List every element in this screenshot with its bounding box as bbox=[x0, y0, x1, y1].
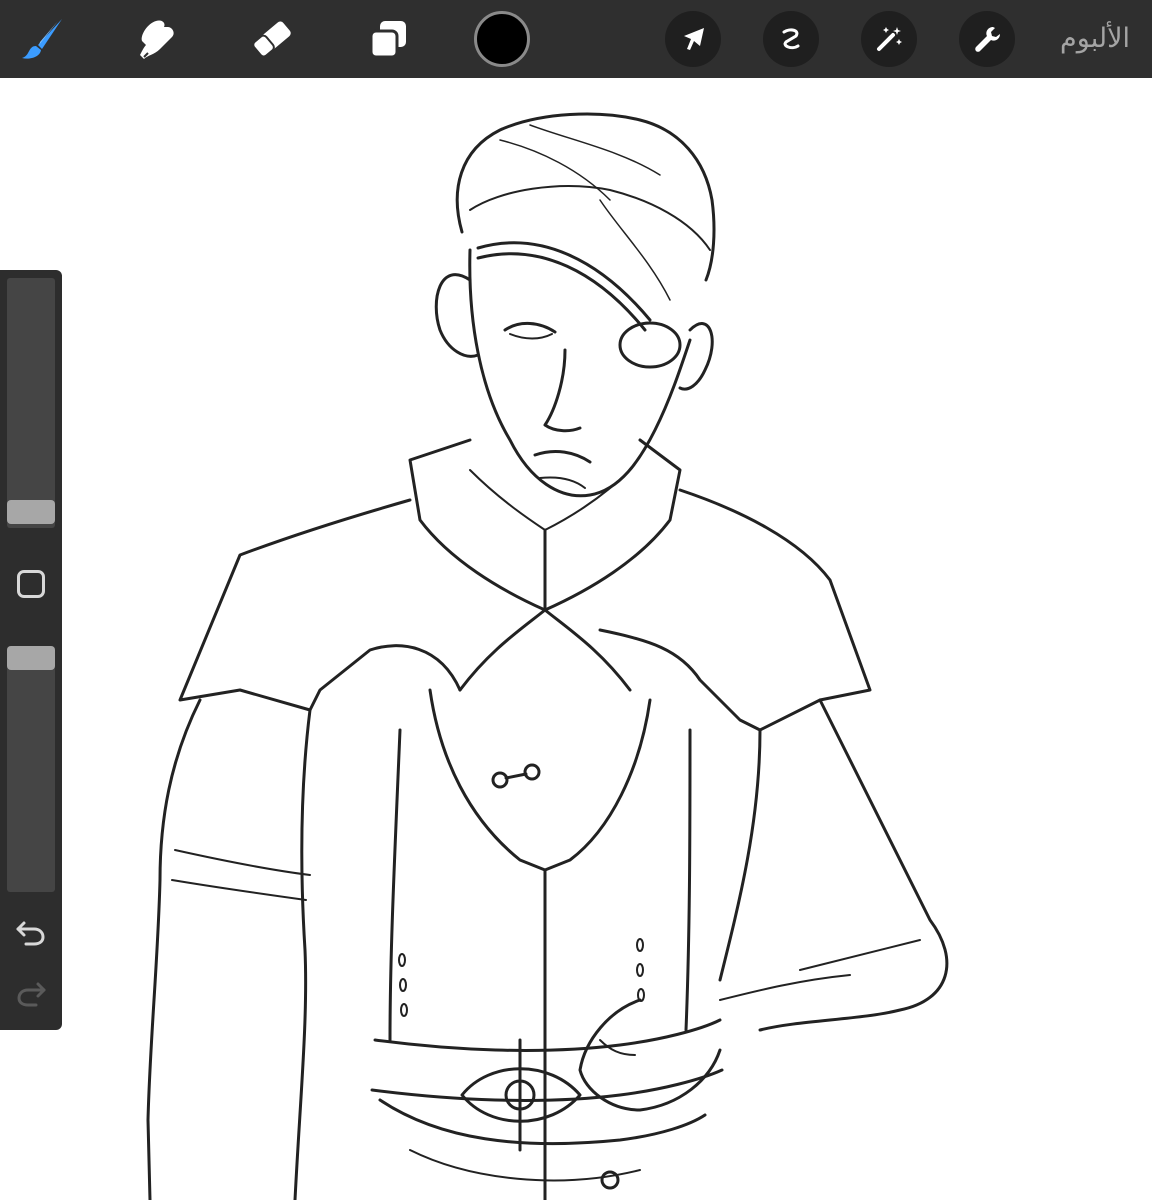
opacity-slider-thumb[interactable] bbox=[7, 646, 55, 670]
actions-button[interactable] bbox=[959, 11, 1015, 67]
smudge-tool-button[interactable] bbox=[130, 11, 186, 67]
brush-size-slider[interactable] bbox=[7, 278, 55, 528]
brush-size-slider-thumb[interactable] bbox=[7, 500, 55, 524]
transform-button[interactable] bbox=[665, 11, 721, 67]
top-toolbar: الألبوم bbox=[0, 0, 1152, 78]
sketch-drawing bbox=[146, 112, 949, 1202]
eraser-tool-button[interactable] bbox=[244, 11, 300, 67]
opacity-slider[interactable] bbox=[7, 646, 55, 892]
wrench-icon bbox=[975, 27, 1000, 52]
color-picker-button[interactable] bbox=[474, 11, 530, 67]
brush-icon bbox=[22, 19, 62, 59]
drawing-canvas[interactable] bbox=[0, 78, 1152, 1202]
adjustments-button[interactable] bbox=[861, 11, 917, 67]
modify-button[interactable] bbox=[17, 570, 45, 598]
layers-icon bbox=[369, 21, 406, 59]
gallery-button[interactable]: الألبوم bbox=[1060, 20, 1130, 58]
left-sidebar bbox=[0, 270, 62, 1030]
smudge-icon bbox=[140, 20, 174, 60]
undo-arrow-icon[interactable] bbox=[14, 915, 48, 949]
redo-arrow-icon[interactable] bbox=[14, 976, 48, 1010]
selection-button[interactable] bbox=[763, 11, 819, 67]
eraser-icon bbox=[252, 21, 291, 58]
adjustments-wand-icon bbox=[877, 27, 902, 51]
selection-s-icon bbox=[782, 28, 800, 50]
layers-tool-button[interactable] bbox=[360, 11, 416, 67]
brush-tool-button[interactable] bbox=[14, 11, 70, 67]
transform-arrow-icon bbox=[684, 28, 704, 50]
